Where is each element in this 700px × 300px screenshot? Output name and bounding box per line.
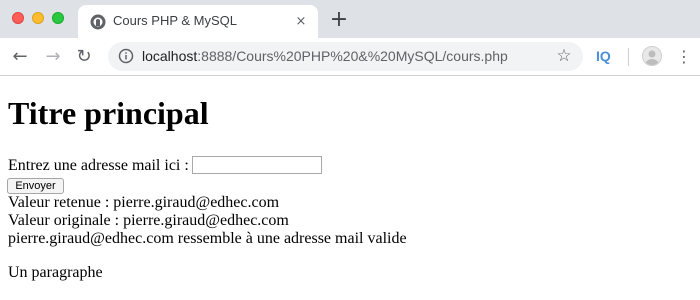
validity-message: pierre.giraud@edhec.com ressemble à une … — [8, 230, 407, 247]
profile-avatar-icon[interactable] — [642, 46, 662, 66]
toolbar-divider — [628, 48, 629, 66]
new-tab-button[interactable]: + — [328, 9, 350, 31]
page-title: Titre principal — [8, 95, 209, 131]
tab-title: Cours PHP & MySQL — [113, 13, 238, 28]
retained-value-text: Valeur retenue : pierre.giraud@edhec.com — [8, 194, 280, 211]
tab-close-icon[interactable]: × — [293, 14, 309, 30]
url-text: localhost:8888/Cours%20PHP%20&%20MySQL/c… — [142, 48, 508, 64]
url-host: localhost — [142, 48, 198, 64]
info-icon[interactable] — [118, 48, 134, 64]
browser-tabstrip: Cours PHP & MySQL × + — [0, 0, 700, 38]
window-close-button[interactable] — [12, 12, 24, 24]
paragraph-text: Un paragraphe — [8, 264, 103, 281]
email-input[interactable] — [192, 156, 322, 174]
url-path: :8888/Cours%20PHP%20&%20MySQL/cours.php — [197, 48, 508, 64]
browser-menu-icon[interactable]: ⋮ — [676, 46, 692, 68]
browser-tab-active[interactable]: Cours PHP & MySQL × — [78, 5, 318, 38]
bookmark-star-icon[interactable]: ☆ — [554, 46, 574, 66]
back-button[interactable]: ← — [9, 46, 31, 68]
forward-button[interactable]: → — [42, 46, 64, 68]
submit-button[interactable]: Envoyer — [7, 178, 64, 194]
email-label: Entrez une adresse mail ici : — [8, 157, 189, 174]
php-favicon-icon — [90, 14, 106, 30]
original-value-text: Valeur originale : pierre.giraud@edhec.c… — [8, 212, 289, 229]
address-bar[interactable]: localhost:8888/Cours%20PHP%20&%20MySQL/c… — [108, 42, 583, 71]
page-content: Titre principal Entrez une adresse mail … — [0, 77, 700, 300]
extension-iq-button[interactable]: IQ — [596, 48, 611, 64]
window-maximize-button[interactable] — [52, 12, 64, 24]
browser-toolbar: ← → ↻ localhost:8888/Cours%20PHP%20&%20M… — [0, 38, 700, 76]
window-minimize-button[interactable] — [32, 12, 44, 24]
reload-button[interactable]: ↻ — [73, 46, 95, 68]
